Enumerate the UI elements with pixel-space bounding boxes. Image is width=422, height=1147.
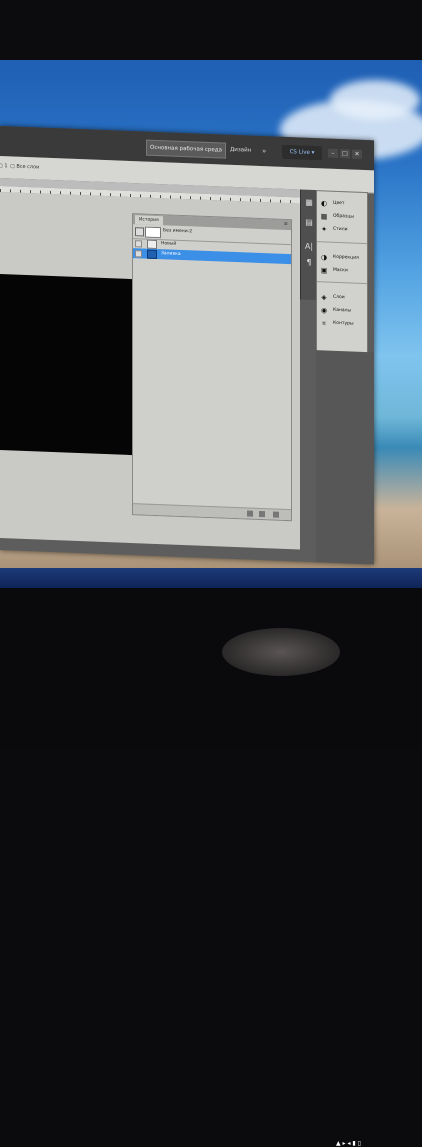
styles-icon: ✦ [321, 225, 327, 234]
more-workspaces-icon[interactable]: » [262, 144, 266, 158]
panel-divider [317, 281, 367, 285]
panel-label: Образцы [333, 213, 354, 220]
cs-live-button[interactable]: CS Live ▾ [282, 144, 322, 161]
history-state-label: Заливка [161, 251, 181, 257]
panel-label: Коррекция [333, 254, 359, 261]
cloud [330, 80, 420, 120]
monitor-logo [222, 628, 340, 676]
panel-label: Контуры [333, 320, 354, 327]
history-panel-icon[interactable]: ▦ [304, 198, 314, 208]
panel-label: Цвет [333, 200, 345, 207]
delete-state-icon[interactable] [273, 511, 279, 518]
history-panel: История ≡ Без имени-2 Новый Заливка [132, 213, 292, 522]
maximize-button[interactable]: □ [340, 149, 350, 159]
paths-icon: ⌗ [322, 319, 326, 328]
new-snapshot-icon[interactable] [259, 510, 265, 518]
fill-bucket-icon [147, 249, 157, 260]
panel-group-adjustments: ◑ Коррекция ▣ Маски [317, 251, 367, 279]
history-source-checkbox[interactable] [135, 250, 142, 258]
snapshot-label: Без имени-2 [163, 228, 193, 235]
panel-dock: ◐ Цвет ▦ Образцы ✦ Стили ◑ Коррекция ▣ Маски … [316, 190, 368, 355]
collapsed-panel-strip: ▦ ▤ A| ¶ [300, 189, 317, 301]
character-panel-icon[interactable]: A| [304, 242, 314, 252]
paragraph-panel-icon[interactable]: ¶ [304, 258, 314, 268]
layers-icon: ◈ [321, 293, 327, 302]
workspace-design-button[interactable]: Дизайн [230, 143, 251, 158]
panel-menu-icon[interactable]: ≡ [284, 221, 288, 227]
panel-paths[interactable]: ⌗ Контуры [317, 317, 367, 332]
channels-icon: ◉ [320, 306, 328, 315]
photoshop-window: Основная рабочая среда Дизайн » CS Live … [0, 126, 374, 565]
panel-masks[interactable]: ▣ Маски [317, 264, 367, 279]
color-icon: ◐ [320, 199, 328, 208]
new-document-from-state-icon[interactable] [247, 510, 253, 517]
panel-label: Каналы [333, 307, 352, 314]
document-canvas[interactable] [0, 274, 132, 456]
history-state-label: Новый [161, 241, 177, 247]
swatches-icon: ▦ [320, 212, 328, 221]
snapshot-thumbnail [145, 226, 161, 239]
panel-label: Слои [333, 294, 345, 301]
system-tray[interactable]: ▲ ▸ ◂ ▮ ▯ [336, 1140, 361, 1147]
workspace-essentials-button[interactable]: Основная рабочая среда [146, 139, 226, 159]
panel-group-layers: ◈ Слои ◉ Каналы ⌗ Контуры [317, 291, 367, 332]
masks-icon: ▣ [320, 266, 328, 275]
adjustments-icon: ◑ [320, 253, 328, 262]
actions-panel-icon[interactable]: ▤ [304, 218, 314, 228]
panel-label: Стили [333, 226, 348, 233]
minimize-button[interactable]: – [328, 148, 338, 158]
history-brush-icon[interactable] [135, 227, 144, 237]
all-layers-checkbox[interactable]: ▢ Все слои [10, 163, 39, 170]
panel-label: Маски [333, 267, 348, 274]
panel-group-color: ◐ Цвет ▦ Образцы ✦ Стили [317, 197, 367, 238]
panel-styles[interactable]: ✦ Стили [317, 223, 367, 238]
monitor-bezel-top [0, 0, 422, 60]
panel-divider [317, 241, 367, 245]
options-checkbox[interactable]: ▢ 1 [0, 163, 8, 169]
windows-taskbar: ▲ ▸ ◂ ▮ ▯ [0, 568, 422, 1147]
monitor-bezel-bottom [0, 588, 422, 750]
close-button[interactable]: ✕ [352, 149, 362, 159]
history-source-checkbox[interactable] [135, 240, 142, 248]
new-document-icon [147, 239, 157, 250]
dock-background [316, 350, 374, 565]
